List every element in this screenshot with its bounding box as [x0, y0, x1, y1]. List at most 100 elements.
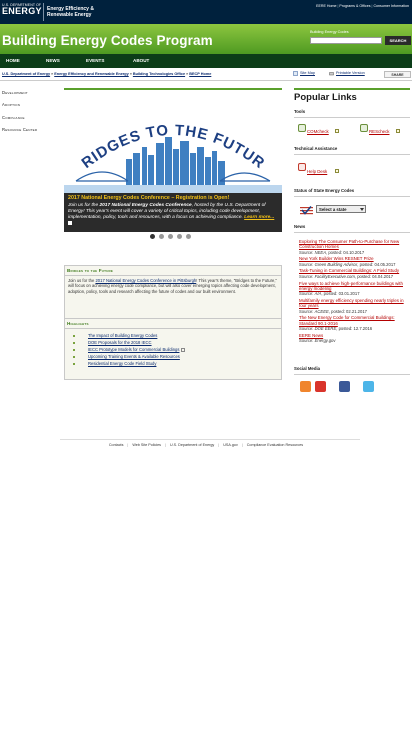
sitemap-link[interactable]: Site Map — [300, 71, 315, 75]
footer-usagov[interactable]: USA.gov — [223, 443, 238, 447]
logo-divider — [43, 3, 44, 21]
highlight-item[interactable]: The Impact of Building Energy Codes — [71, 332, 277, 339]
tools-heading: Tools — [294, 109, 306, 114]
leftnav-adoption[interactable]: Adoption — [2, 102, 62, 107]
breadcrumb-becp[interactable]: BECP Home — [189, 72, 211, 76]
bridges-text-pre: Join us for the — [68, 278, 96, 283]
slide-dot[interactable] — [186, 234, 191, 239]
help-desk-link[interactable]: Help Desk — [307, 169, 327, 174]
news-source-label: Source: — [299, 273, 315, 279]
news-source-label: Source: — [299, 308, 315, 314]
facebook-icon[interactable] — [339, 381, 350, 392]
breadcrumb-bto[interactable]: Building Technologies Office — [133, 72, 185, 76]
highlight-item[interactable]: DOE Proposals for the 2018 IECC — [71, 339, 277, 346]
printer-icon — [329, 72, 334, 76]
slide-dot[interactable] — [159, 234, 164, 239]
news-posted: , posted: 04.04.2017 — [354, 273, 394, 279]
news-source-label: Source: — [299, 249, 315, 255]
news-item: Five ways to achieve high-performance bu… — [299, 281, 411, 297]
search-input[interactable] — [310, 37, 382, 44]
hero-learn-more-link[interactable]: Learn more... — [244, 215, 274, 220]
comcheck-icon[interactable] — [298, 124, 306, 132]
slide-dot[interactable] — [177, 234, 182, 239]
news-source-name: ACEEE — [314, 308, 329, 314]
news-source-label: Source: — [299, 325, 315, 331]
news-list: Exploring The Consumer Path-to-Purchase … — [299, 239, 411, 345]
leftnav-development[interactable]: Development — [2, 90, 62, 95]
leftnav-resource-center[interactable]: Resource Center — [2, 127, 62, 132]
highlight-link[interactable]: Upcoming Training Events & Available Res… — [88, 354, 180, 359]
rss-icon[interactable] — [300, 381, 311, 392]
footer-compliance[interactable]: Compliance Evaluation Resources — [247, 443, 303, 447]
conference-link[interactable]: 2017 National Energy Codes Conference in… — [95, 278, 196, 283]
comcheck-link[interactable]: COMcheck — [307, 129, 329, 134]
rescheck-icon[interactable] — [360, 124, 368, 132]
slide-dot[interactable] — [150, 234, 155, 239]
printable-link[interactable]: Printable Version — [336, 71, 365, 75]
search-button[interactable]: SEARCH — [385, 36, 411, 45]
highlight-link[interactable]: DOE Proposals for the 2018 IECC — [88, 340, 152, 345]
footer-doe[interactable]: U.S. Department of Energy — [170, 443, 214, 447]
sitemap-icon — [293, 71, 298, 76]
bridges-heading: Bridges to the Future — [67, 268, 114, 273]
news-link[interactable]: Exploring The Consumer Path-to-Purchase … — [299, 239, 411, 250]
news-heading: News — [294, 224, 306, 229]
bullet-icon — [73, 348, 75, 351]
hero-text: Join us for the 2017 National Energy Cod… — [68, 203, 278, 227]
news-source-name: Green Building Advisor — [314, 261, 358, 267]
slide-dot[interactable] — [168, 234, 173, 239]
nav-events[interactable]: EVENTS — [86, 58, 104, 63]
leftnav-compliance[interactable]: Compliance — [2, 115, 62, 120]
top-link-consumer[interactable]: Consumer Information — [373, 4, 409, 8]
share-button[interactable]: SHARE — [384, 71, 411, 78]
pause-icon[interactable] — [68, 221, 72, 225]
state-select[interactable]: Select a state — [316, 205, 366, 213]
nav-about[interactable]: ABOUT — [133, 58, 149, 63]
green-rule — [64, 88, 282, 90]
news-source: Source: AIA, posted: 03.01.2017 — [299, 291, 411, 296]
news-source-name: DOE EERE — [314, 325, 337, 331]
highlight-link[interactable]: Residential Energy Code Field Study — [88, 361, 156, 366]
rescheck-link[interactable]: REScheck — [369, 129, 390, 134]
nav-news[interactable]: NEWS — [46, 58, 60, 63]
breadcrumb-eere[interactable]: Energy Efficiency and Renewable Energy — [54, 72, 129, 76]
highlight-item[interactable]: IECC Prototype Models for Commercial Bui… — [71, 346, 277, 353]
top-link-programs[interactable]: Programs & Offices — [339, 4, 370, 8]
highlight-item[interactable]: Residential Energy Code Field Study — [71, 360, 277, 367]
news-item: Task-Tuning in Commercial Buildings: A F… — [299, 268, 411, 279]
news-link[interactable]: Multifamily energy efficiency spending n… — [299, 298, 411, 309]
top-link-eere-home[interactable]: EERE Home — [316, 4, 336, 8]
highlights-list: The Impact of Building Energy Codes DOE P… — [65, 329, 281, 367]
highlight-item[interactable]: Upcoming Training Events & Available Res… — [71, 353, 277, 360]
doe-logo[interactable]: U.S. DEPARTMENT OF ENERGY — [2, 3, 42, 16]
news-posted: , posted: 04.10.2017 — [326, 249, 365, 255]
state-status-heading: Status of State Energy Codes — [294, 188, 355, 193]
news-posted: , posted: 04.05.2017 — [357, 261, 396, 267]
top-links: EERE Home|Programs & Offices|Consumer In… — [316, 4, 409, 8]
highlight-link[interactable]: IECC Prototype Models for Commercial Bui… — [88, 347, 179, 352]
footer-policies[interactable]: Web Site Policies — [132, 443, 161, 447]
left-nav: Development Adoption Compliance Resource… — [2, 90, 62, 139]
nav-home[interactable]: HOME — [6, 58, 20, 63]
news-link[interactable]: The New Energy Code for Commercial Build… — [299, 315, 411, 326]
divider — [294, 374, 410, 375]
news-item: New York Builder Wins RESNET Prize Source… — [299, 256, 411, 267]
breadcrumb-doe[interactable]: U.S. Department of Energy — [2, 72, 50, 76]
footer-divider — [60, 439, 360, 440]
site-title[interactable]: Building Energy Codes Program — [2, 33, 213, 48]
bullet-icon — [73, 341, 75, 344]
news-source-name: NEEA — [314, 249, 327, 255]
news-link[interactable]: Five ways to achieve high-performance bu… — [299, 281, 411, 292]
office-name[interactable]: Energy Efficiency & Renewable Energy — [47, 6, 94, 18]
bullet-icon — [73, 355, 75, 358]
main-nav: HOME NEWS EVENTS ABOUT — [0, 54, 412, 68]
twitter-icon[interactable] — [363, 381, 374, 392]
footer-contacts[interactable]: Contacts — [109, 443, 124, 447]
divider — [294, 154, 410, 155]
help-desk-icon[interactable] — [298, 163, 306, 171]
green-rule — [294, 88, 410, 90]
highlight-link[interactable]: The Impact of Building Energy Codes — [88, 333, 157, 338]
youtube-icon[interactable] — [315, 381, 326, 392]
bullet-icon — [73, 334, 75, 337]
state-select-value: Select a state — [319, 207, 347, 212]
